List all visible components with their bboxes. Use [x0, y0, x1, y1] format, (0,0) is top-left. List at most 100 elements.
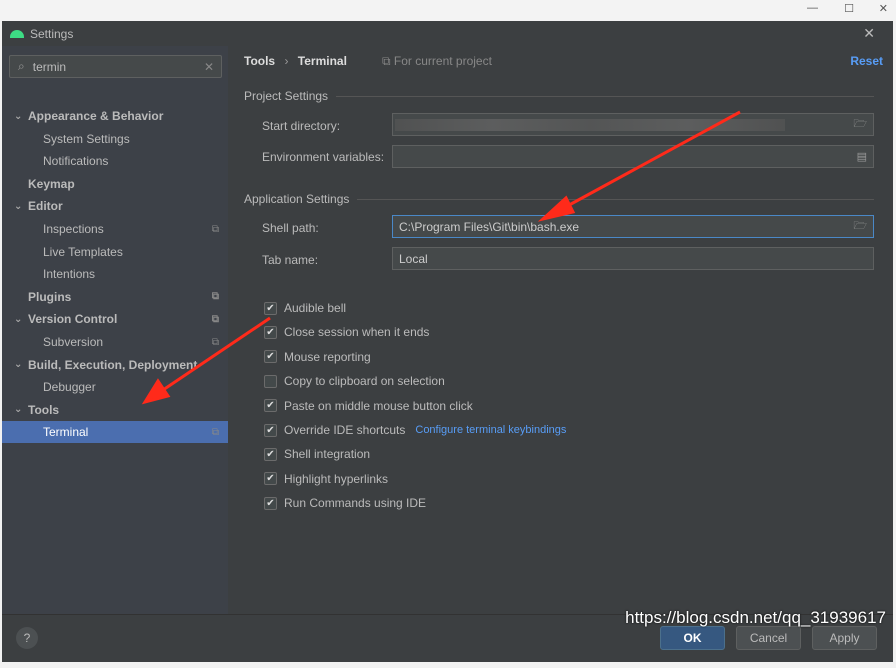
search-icon: ⌕ — [18, 59, 25, 73]
breadcrumb-separator: › — [284, 54, 289, 68]
sidebar-item-label: Debugger — [43, 380, 96, 395]
tab-name-label: Tab name: — [262, 253, 319, 267]
sidebar-item-label: Tools — [28, 402, 60, 417]
os-close-button[interactable]: ✕ — [879, 2, 888, 15]
watermark: https://blog.csdn.net/qq_31939617 — [625, 608, 886, 627]
checkbox-row[interactable]: ✔ Run Commands using IDE — [264, 496, 426, 510]
checkbox[interactable] — [264, 374, 277, 388]
copy-icon: ⧉ — [211, 291, 219, 303]
close-icon[interactable]: ✕ — [863, 25, 875, 42]
checkbox-label: Audible bell — [284, 301, 347, 315]
cancel-button[interactable]: Cancel — [736, 626, 801, 650]
copy-icon: ⧉ — [211, 426, 219, 438]
sidebar-item-label: System Settings — [43, 131, 130, 146]
checkbox[interactable]: ✔ — [264, 399, 277, 413]
checkbox[interactable]: ✔ — [264, 472, 277, 486]
minimize-button[interactable]: — — [807, 2, 818, 14]
checkbox-label: Override IDE shortcuts — [284, 423, 406, 437]
sidebar-item-label: Intentions — [43, 267, 96, 282]
reset-link[interactable]: Reset — [850, 54, 883, 68]
shell-path-value[interactable]: C:\Program Files\Git\bin\bash.exe — [399, 220, 579, 234]
sidebar-item-label: Plugins — [28, 289, 72, 304]
scope-text: For current project — [393, 54, 492, 68]
sidebar-item-label: Version Control — [28, 312, 118, 327]
sidebar-item[interactable]: Terminal ⧉ — [2, 421, 228, 444]
sidebar-item[interactable]: Plugins ⧉ — [2, 286, 228, 308]
folder-icon[interactable]: 🗁 — [853, 115, 867, 134]
checkbox-label: Close session when it ends — [284, 325, 430, 340]
checkbox-row[interactable]: ✔ Highlight hyperlinks — [264, 472, 388, 486]
sidebar-item[interactable]: ⌄ Editor — [2, 195, 228, 217]
sidebar-item[interactable]: System Settings — [2, 128, 228, 150]
apply-button[interactable]: Apply — [812, 626, 877, 650]
checkbox-row[interactable]: ✔ Shell integration — [264, 447, 370, 461]
section-title: Application Settings — [244, 192, 350, 206]
chevron-down-icon[interactable]: ⌄ — [14, 111, 22, 122]
sidebar-item[interactable]: ⌄ Tools — [2, 399, 228, 421]
checkbox-label: Paste on middle mouse button click — [284, 398, 473, 413]
checkbox-row[interactable]: Copy to clipboard on selection — [264, 374, 445, 388]
sidebar-item[interactable]: Inspections ⧉ — [2, 218, 228, 240]
breadcrumb: Tools › Terminal — [244, 54, 347, 68]
checkbox-row[interactable]: ✔ Audible bell — [264, 301, 346, 315]
checkbox-row[interactable]: ✔ Paste on middle mouse button click — [264, 399, 473, 413]
copy-icon: ⧉ — [211, 336, 219, 348]
checkbox[interactable]: ✔ — [264, 447, 277, 461]
sidebar-item[interactable]: ⌄ Version Control ⧉ — [2, 308, 228, 330]
checkbox[interactable]: ✔ — [264, 301, 277, 315]
project-settings-section: Project Settings — [244, 89, 874, 103]
os-title-bar: — ☐ ✕ — [0, 0, 896, 21]
sidebar-item[interactable]: Keymap — [2, 173, 228, 195]
start-directory-field[interactable]: 🗁 — [392, 113, 874, 136]
sidebar-item-label: Terminal — [43, 425, 89, 440]
search-input[interactable]: ⌕ termin ✕ — [9, 55, 222, 78]
copy-icon: ⧉ — [211, 223, 219, 235]
settings-dialog: Settings ✕ ⌕ termin ✕ ⌄ Appearance & Beha… — [2, 21, 893, 662]
shell-path-field[interactable]: C:\Program Files\Git\bin\bash.exe 🗁 — [392, 215, 874, 238]
sidebar-item[interactable]: Notifications — [2, 150, 228, 172]
document-icon[interactable]: ▤ — [857, 150, 867, 163]
sidebar-item-label: Subversion — [43, 335, 104, 349]
copy-icon: ⧉ — [211, 313, 219, 325]
chevron-down-icon[interactable]: ⌄ — [14, 404, 22, 415]
chevron-down-icon[interactable]: ⌄ — [14, 359, 22, 370]
sidebar-item-label: Inspections — [43, 222, 104, 236]
checkbox[interactable]: ✔ — [264, 423, 277, 437]
configure-keybindings-link[interactable]: Configure terminal keybindings — [415, 424, 566, 436]
checkbox-row[interactable]: ✔ Override IDE shortcuts Configure termina… — [264, 423, 566, 437]
folder-icon[interactable]: 🗁 — [853, 217, 867, 236]
sidebar-item-label: Build, Execution, Deployment — [28, 357, 198, 372]
checkbox-row[interactable]: ✔ Mouse reporting — [264, 350, 371, 364]
env-vars-field[interactable]: ▤ — [392, 145, 874, 168]
settings-sidebar: ⌕ termin ✕ ⌄ Appearance & Behavior System … — [2, 46, 228, 614]
checkbox[interactable]: ✔ — [264, 325, 277, 339]
tab-name-field[interactable]: Local — [392, 247, 874, 270]
breadcrumb-parent[interactable]: Tools — [244, 54, 275, 68]
sidebar-item-label: Editor — [28, 199, 63, 214]
sidebar-item[interactable]: Debugger — [2, 376, 228, 398]
dialog-title: Settings — [30, 26, 74, 41]
chevron-down-icon[interactable]: ⌄ — [14, 201, 22, 212]
sidebar-item[interactable]: ⌄ Build, Execution, Deployment — [2, 354, 228, 376]
clear-search-icon[interactable]: ✕ — [204, 60, 214, 74]
env-vars-label: Environment variables: — [262, 150, 385, 164]
checkbox-label: Highlight hyperlinks — [284, 471, 389, 486]
sidebar-item[interactable]: Live Templates — [2, 241, 228, 263]
ok-button[interactable]: OK — [660, 626, 725, 650]
checkbox-row[interactable]: ✔ Close session when it ends — [264, 325, 429, 339]
checkbox-label: Copy to clipboard on selection — [284, 374, 445, 389]
sidebar-item[interactable]: ⌄ Appearance & Behavior — [2, 105, 228, 127]
search-value[interactable]: termin — [33, 60, 66, 74]
maximize-button[interactable]: ☐ — [844, 2, 854, 15]
terminal-settings-panel: Tools › Terminal ⧉ For current project R… — [230, 46, 893, 614]
shell-path-label: Shell path: — [262, 221, 319, 235]
sidebar-item[interactable]: Subversion ⧉ — [2, 331, 228, 353]
help-button[interactable]: ? — [16, 627, 38, 649]
checkbox[interactable]: ✔ — [264, 496, 277, 510]
tab-name-value[interactable]: Local — [399, 252, 428, 266]
start-directory-label: Start directory: — [262, 119, 341, 133]
checkbox-label: Mouse reporting — [284, 349, 371, 364]
sidebar-item[interactable]: Intentions — [2, 263, 228, 285]
chevron-down-icon[interactable]: ⌄ — [14, 314, 22, 325]
checkbox[interactable]: ✔ — [264, 350, 277, 364]
